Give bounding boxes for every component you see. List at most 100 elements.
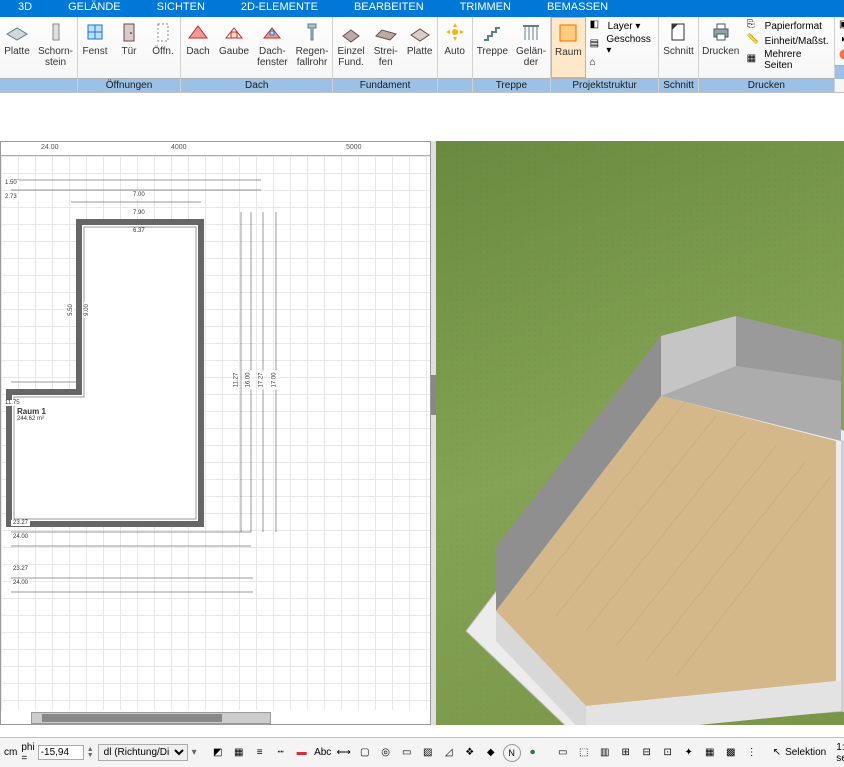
dim-label: 24.00 bbox=[11, 580, 30, 586]
horizontal-scrollbar[interactable] bbox=[31, 712, 271, 724]
view-cursor-icon[interactable]: ↖ bbox=[773, 747, 781, 758]
view-grid4-icon[interactable]: ▩ bbox=[722, 744, 740, 762]
strip-foundation-button[interactable]: Strei- fen bbox=[369, 17, 403, 78]
section-button[interactable]: Schnitt bbox=[659, 17, 698, 78]
ribbon-group-roof-label: Dach bbox=[181, 78, 332, 92]
overflow-p-icon: ⬤ bbox=[839, 49, 844, 63]
view-section-icon[interactable]: ▥ bbox=[596, 744, 614, 762]
print-button[interactable]: Drucken bbox=[699, 17, 743, 78]
railing-button[interactable]: Gelän- der bbox=[512, 17, 550, 78]
stairs-button[interactable]: Treppe bbox=[473, 17, 512, 78]
menu-dimension[interactable]: BEMASSEN bbox=[529, 0, 626, 17]
mode-select[interactable]: dl (Richtung/Di bbox=[98, 744, 188, 761]
layer-dropdown[interactable]: ◧Layer ▾ bbox=[590, 19, 655, 33]
ribbon-group-openings: Fenst Tür Öffn. Öffnungen bbox=[78, 17, 181, 92]
pages-button[interactable]: ▦Mehrere Seiten bbox=[747, 49, 830, 71]
view-snap-icon[interactable]: ⊡ bbox=[659, 744, 677, 762]
dropdown-icon[interactable]: ▾ bbox=[192, 747, 197, 758]
skylight-button[interactable]: Dach- fenster bbox=[253, 17, 292, 78]
stepper-icon[interactable]: ▲▼ bbox=[87, 747, 94, 759]
window-label: Fenst bbox=[83, 46, 108, 57]
dim-label: 9.00 bbox=[84, 302, 90, 318]
window-icon bbox=[83, 20, 107, 44]
tool-target-icon[interactable]: ◎ bbox=[377, 744, 395, 762]
tool-select-icon[interactable]: ▭ bbox=[398, 744, 416, 762]
tool-color-icon[interactable]: ▬ bbox=[293, 744, 311, 762]
tool-hatch-icon[interactable]: ▨ bbox=[419, 744, 437, 762]
strip-label: Strei- fen bbox=[374, 46, 398, 68]
scrollbar-thumb[interactable] bbox=[42, 714, 222, 722]
ribbon-group-foundation-label: Fundament bbox=[333, 78, 436, 92]
single-foundation-button[interactable]: Einzel Fund. bbox=[333, 17, 368, 78]
view-3d-icon[interactable]: ⬚ bbox=[575, 744, 593, 762]
view-star-icon[interactable]: ✦ bbox=[680, 744, 698, 762]
menu-2d-elements[interactable]: 2D-ELEMENTE bbox=[223, 0, 336, 17]
pages-label: Mehrere Seiten bbox=[764, 49, 830, 71]
print-mini: ⎘Papierformat 📏Einheit/Maßst. ▦Mehrere S… bbox=[743, 17, 834, 78]
ribbon-group-slab-label bbox=[0, 78, 77, 92]
dim-label: 17.00 bbox=[272, 370, 278, 389]
tool-diamond-icon[interactable]: ◆ bbox=[482, 744, 500, 762]
work-area: 24.00 4000 5000 bbox=[0, 93, 844, 737]
view-dots-icon[interactable]: ⋮ bbox=[743, 744, 761, 762]
dormer-icon bbox=[222, 20, 246, 44]
menu-terrain[interactable]: GELÄNDE bbox=[50, 0, 139, 17]
menu-edit[interactable]: BEARBEITEN bbox=[336, 0, 442, 17]
dim-label: 6.37 bbox=[131, 228, 147, 234]
tool-check-icon[interactable]: ⏺ bbox=[524, 744, 542, 762]
units-button[interactable]: 📏Einheit/Maßst. bbox=[747, 34, 830, 48]
slab-foundation-label: Platte bbox=[407, 46, 433, 57]
floorplan-viewport[interactable]: 24.00 4000 5000 bbox=[0, 141, 431, 725]
menu-trim[interactable]: TRIMMEN bbox=[442, 0, 529, 17]
tool-text-icon[interactable]: Abc bbox=[314, 744, 332, 762]
roof-button[interactable]: Dach bbox=[181, 17, 215, 78]
railing-icon bbox=[519, 20, 543, 44]
phi-input[interactable] bbox=[38, 745, 84, 760]
view-grid1-icon[interactable]: ⊞ bbox=[617, 744, 635, 762]
building-icon: ⌂ bbox=[590, 57, 604, 71]
view-plan-icon[interactable]: ▭ bbox=[554, 744, 572, 762]
slab-button[interactable]: Platte bbox=[0, 17, 34, 78]
room-name: Raum 1 244.62 m² bbox=[17, 407, 46, 422]
tool-frame-icon[interactable]: ▢ bbox=[356, 744, 374, 762]
chimney-button[interactable]: Schorn- stein bbox=[34, 17, 77, 78]
slab-foundation-button[interactable]: Platte bbox=[403, 17, 437, 78]
opening-button[interactable]: Öffn. bbox=[146, 17, 180, 78]
paperformat-button[interactable]: ⎘Papierformat bbox=[747, 19, 830, 33]
view-grid3-icon[interactable]: ▦ bbox=[701, 744, 719, 762]
ribbon-group-print: Drucken ⎘Papierformat 📏Einheit/Maßst. ▦M… bbox=[699, 17, 835, 92]
window-button[interactable]: Fenst bbox=[78, 17, 112, 78]
chimney-icon bbox=[44, 20, 68, 44]
status-right: Selektion 1:1 sel X: bbox=[785, 742, 844, 764]
dim-label: 24.00 bbox=[11, 534, 30, 540]
section-icon bbox=[666, 20, 690, 44]
auto-button[interactable]: Auto bbox=[438, 17, 472, 78]
dormer-button[interactable]: Gaube bbox=[215, 17, 253, 78]
room-button[interactable]: Raum bbox=[551, 17, 586, 78]
building-dropdown[interactable]: ⌂ bbox=[590, 57, 655, 71]
tool-multi-icon[interactable]: ❖ bbox=[461, 744, 479, 762]
ribbon-group-slab: Platte Schorn- stein bbox=[0, 17, 78, 92]
tool-dim-icon[interactable]: ⟷ bbox=[335, 744, 353, 762]
overflow-r[interactable]: ▣R bbox=[839, 19, 844, 33]
door-label: Tür bbox=[122, 46, 137, 57]
tool-angle-icon[interactable]: ◿ bbox=[440, 744, 458, 762]
overflow-p[interactable]: ⬤P bbox=[839, 49, 844, 63]
3d-viewport[interactable] bbox=[436, 141, 844, 725]
stairs-label: Treppe bbox=[477, 46, 508, 57]
slab2-icon bbox=[408, 20, 432, 44]
tool-dash-icon[interactable]: ┉ bbox=[272, 744, 290, 762]
tool-lines-icon[interactable]: ≡ bbox=[251, 744, 269, 762]
door-button[interactable]: Tür bbox=[112, 17, 146, 78]
tool-fill-icon[interactable]: ▦ bbox=[230, 744, 248, 762]
menu-3d[interactable]: 3D bbox=[0, 0, 50, 17]
view-grid2-icon[interactable]: ⊟ bbox=[638, 744, 656, 762]
ribbon-group-print-label: Drucken bbox=[699, 78, 834, 92]
tool-layer-icon[interactable]: ◩ bbox=[209, 744, 227, 762]
storey-dropdown[interactable]: ▤Geschoss ▾ bbox=[590, 34, 655, 56]
overflow-b[interactable]: ◑B bbox=[839, 34, 844, 48]
tool-n-icon[interactable]: N bbox=[503, 744, 521, 762]
menu-views[interactable]: SICHTEN bbox=[139, 0, 223, 17]
room-area-text: 244.62 m² bbox=[17, 416, 46, 422]
downpipe-button[interactable]: Regen- fallrohr bbox=[292, 17, 333, 78]
